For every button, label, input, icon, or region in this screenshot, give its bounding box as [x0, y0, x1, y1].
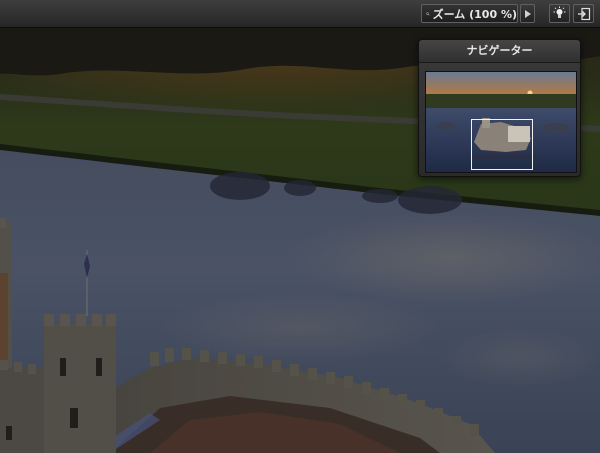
navigator-panel[interactable]: ナビゲーター	[418, 39, 581, 177]
navigator-title: ナビゲーター	[419, 40, 580, 63]
top-toolbar: ズーム (100 %)	[0, 0, 600, 28]
lightbulb-icon	[553, 6, 566, 18]
zoom-dropdown[interactable]: ズーム (100 %)	[421, 4, 518, 23]
play-triangle-icon	[525, 9, 531, 18]
navigator-view-rectangle[interactable]	[471, 119, 533, 170]
exit-fullscreen-icon	[577, 7, 590, 20]
zoom-label: ズーム (100 %)	[432, 7, 517, 21]
light-toggle-button[interactable]	[549, 4, 570, 23]
play-button[interactable]	[520, 4, 535, 23]
navigator-thumbnail[interactable]	[425, 71, 577, 173]
magnifier-icon	[426, 11, 430, 16]
exit-fullscreen-button[interactable]	[573, 4, 594, 23]
